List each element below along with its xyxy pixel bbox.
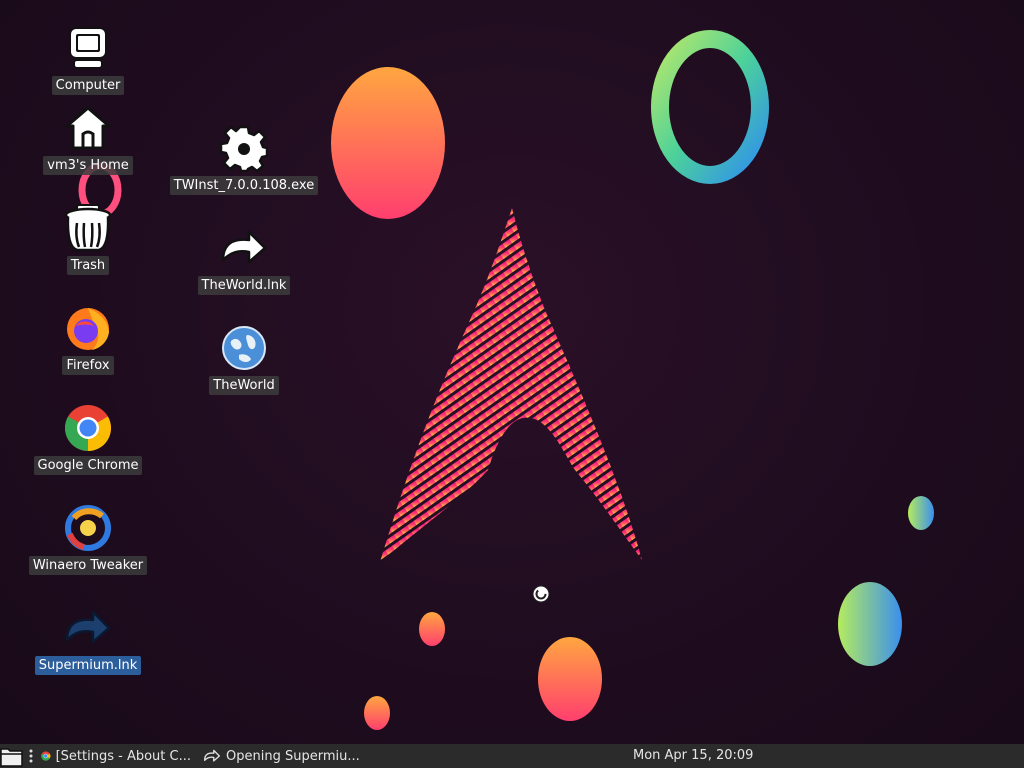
shortcut-icon [62, 602, 114, 654]
desktop-icon-label: TWInst_7.0.0.108.exe [169, 176, 319, 195]
busy-cursor-icon [532, 585, 550, 603]
desktop-icon-label: Firefox [62, 356, 114, 375]
taskbar-task-label: [Settings - About C... [55, 748, 191, 764]
globe-icon [218, 322, 270, 374]
folder-icon [0, 748, 23, 767]
taskbar-handle[interactable] [27, 744, 35, 768]
desktop-icon-label: Winaero Tweaker [28, 556, 148, 575]
chrome-icon [41, 751, 51, 761]
home-folder-icon [62, 102, 114, 154]
gear-icon [218, 122, 270, 174]
chrome-icon [62, 402, 114, 454]
drag-handle-icon [29, 749, 33, 763]
taskbar-clock[interactable]: Mon Apr 15, 20:09 [633, 744, 753, 768]
desktop-icon-winaero-tweaker[interactable]: Winaero Tweaker [28, 502, 148, 592]
shortcut-icon [218, 222, 270, 274]
desktop-icon-supermium-lnk[interactable]: Supermium.lnk [28, 602, 148, 692]
desktop-icon-label: Google Chrome [33, 456, 143, 475]
desktop-wallpaper [78, 30, 934, 730]
desktop-icon-home[interactable]: vm3's Home [28, 102, 148, 192]
desktop-icon-label: TheWorld.lnk [197, 276, 291, 295]
desktop-icon-theworld[interactable]: TheWorld [184, 322, 304, 412]
taskbar: [Settings - About C... Opening Supermiu.… [0, 744, 1024, 768]
shortcut-icon [203, 749, 221, 762]
desktop-icon-chrome[interactable]: Google Chrome [28, 402, 148, 492]
desktop-icon-label: Trash [66, 256, 110, 275]
desktop-icon-label: Supermium.lnk [34, 656, 142, 675]
desktop-icon-label: TheWorld [209, 376, 279, 395]
taskbar-task-label: Opening Supermiu... [226, 748, 360, 764]
trash-icon [62, 202, 114, 254]
desktop-icon-firefox[interactable]: Firefox [28, 302, 148, 392]
desktop-icon-label: vm3's Home [43, 156, 133, 175]
desktop-icon-label: Computer [51, 76, 125, 95]
winaero-tweaker-icon [62, 502, 114, 554]
firefox-icon [62, 302, 114, 354]
desktop-icon-theworld-lnk[interactable]: TheWorld.lnk [184, 222, 304, 312]
taskbar-file-manager-button[interactable] [0, 744, 27, 768]
computer-icon [62, 22, 114, 74]
desktop-icon-trash[interactable]: Trash [28, 202, 148, 292]
taskbar-task-settings[interactable]: [Settings - About C... [35, 744, 197, 768]
desktop-icon-twinst-exe[interactable]: TWInst_7.0.0.108.exe [169, 122, 319, 212]
desktop-icon-computer[interactable]: Computer [28, 22, 148, 112]
taskbar-task-opening-supermium[interactable]: Opening Supermiu... [197, 744, 369, 768]
